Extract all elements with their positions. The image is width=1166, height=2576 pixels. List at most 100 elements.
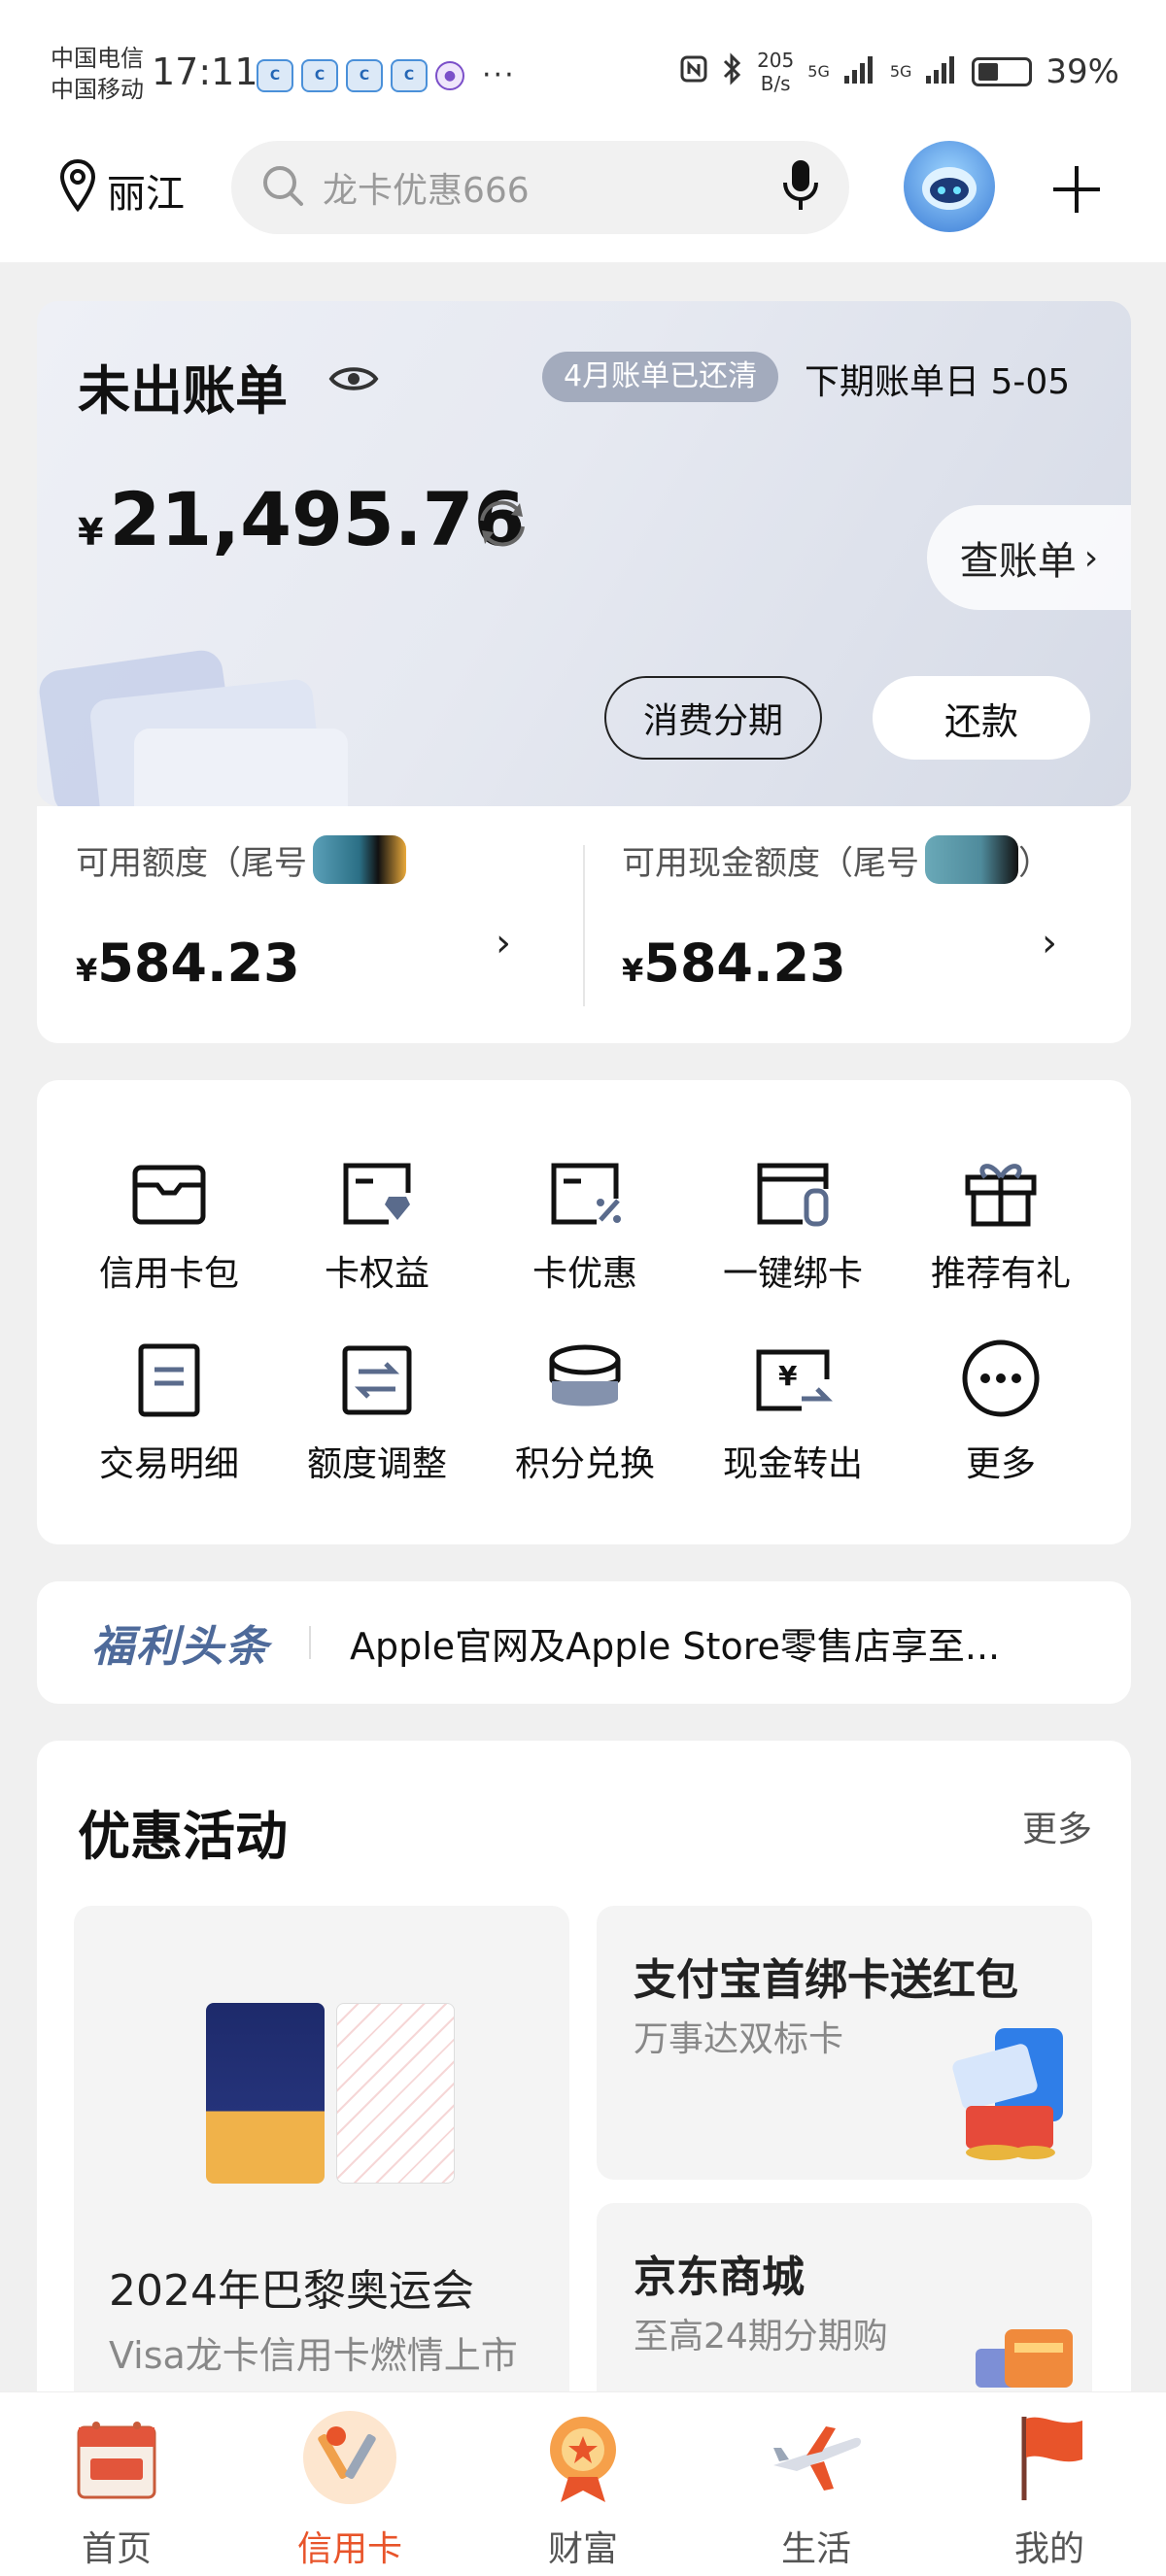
- promotions-more-link[interactable]: 更多: [1022, 1801, 1092, 1851]
- grid-item-label: 推荐有礼: [930, 1254, 1071, 1294]
- assistant-avatar-icon[interactable]: [904, 141, 995, 232]
- status-bar: 中国电信 中国移动 17:11 C C C C ● ··· 205 B/s 5G…: [0, 0, 1166, 141]
- ccb-app-icon: C: [257, 58, 293, 92]
- view-bill-label: 查账单: [959, 539, 1077, 584]
- location-selector[interactable]: 丽江: [58, 158, 185, 222]
- location-pin-icon: [58, 158, 97, 222]
- grid-item-card-wallet[interactable]: 信用卡包: [72, 1144, 266, 1296]
- grid-item-label: 现金转出: [722, 1444, 863, 1484]
- currency-symbol: ¥: [78, 511, 104, 554]
- unbilled-title: 未出账单: [78, 360, 288, 422]
- tab-label: 财富: [547, 2529, 618, 2569]
- tab-home[interactable]: 首页: [39, 2406, 194, 2571]
- signal-icon: [925, 54, 958, 90]
- eye-icon[interactable]: [328, 361, 379, 400]
- promo-card-title: 支付宝首绑卡送红包: [634, 1955, 1018, 2005]
- bill-amount: ¥ 21,495.76: [78, 476, 525, 562]
- tab-credit-card[interactable]: 信用卡: [272, 2406, 428, 2571]
- repay-button[interactable]: 还款: [873, 676, 1090, 760]
- grid-item-label: 积分兑换: [514, 1444, 655, 1484]
- currency-symbol: ¥: [622, 952, 644, 989]
- installment-button[interactable]: 消费分期: [604, 676, 822, 760]
- grid-item-card-discounts[interactable]: 卡优惠: [488, 1144, 682, 1296]
- svg-text:¥: ¥: [778, 1360, 798, 1392]
- microphone-icon[interactable]: [781, 157, 820, 218]
- label-suffix: ）: [1018, 843, 1051, 883]
- add-icon[interactable]: [1049, 162, 1104, 220]
- cash-transfer-icon: ¥: [753, 1346, 834, 1422]
- grid-item-limit-adjust[interactable]: 额度调整: [280, 1335, 474, 1486]
- flag-icon: [1011, 2411, 1088, 2508]
- credit-card-tools-icon: [301, 2409, 398, 2510]
- promo-card-title: 京东商城: [634, 2253, 805, 2302]
- net-speed-value: 205: [757, 49, 795, 72]
- masked-card-number: [925, 835, 1018, 884]
- carrier-info: 中国电信 中国移动: [51, 43, 144, 105]
- visa-card-image: [336, 2003, 455, 2184]
- promo-card-olympics[interactable]: 2024年巴黎奥运会 Visa龙卡信用卡燃情上市: [74, 1906, 569, 2421]
- transaction-detail-icon: [135, 1342, 203, 1422]
- welfare-news-text: Apple官网及Apple Store零售店享至...: [350, 1624, 1001, 1668]
- promo-card-subtitle: 万事达双标卡: [634, 2019, 844, 2059]
- card-wallet-icon: [130, 1160, 208, 1232]
- available-limit-label: 可用额度（尾号: [76, 835, 406, 884]
- masked-card-number: [313, 835, 406, 884]
- tab-life[interactable]: 生活: [738, 2406, 894, 2571]
- card-discount-icon: [546, 1160, 624, 1232]
- available-limit[interactable]: 可用额度（尾号 ¥584.23: [76, 835, 406, 994]
- view-bill-button[interactable]: 查账单 ›: [927, 505, 1131, 610]
- welfare-news-tag: 福利头条: [91, 1622, 270, 1672]
- ccb-app-icon: C: [301, 58, 338, 92]
- search-icon: [260, 163, 305, 212]
- available-limit-amount: 584.23: [97, 932, 300, 994]
- wealth-medal-icon: [541, 2411, 625, 2508]
- search-placeholder: 龙卡优惠666: [323, 171, 530, 211]
- grid-item-label: 信用卡包: [98, 1254, 239, 1294]
- limit-adjust-icon: [339, 1342, 415, 1422]
- promo-card-alipay[interactable]: 支付宝首绑卡送红包 万事达双标卡: [597, 1906, 1092, 2180]
- tab-mine[interactable]: 我的: [972, 2406, 1127, 2571]
- net-speed-unit: B/s: [760, 72, 791, 95]
- currency-symbol: ¥: [76, 952, 98, 989]
- bluetooth-icon: [722, 51, 743, 92]
- grid-item-label: 卡权益: [324, 1254, 429, 1294]
- grid-item-transactions[interactable]: 交易明细: [72, 1335, 266, 1486]
- grid-item-more[interactable]: 更多: [904, 1335, 1098, 1486]
- divider: [583, 845, 585, 1006]
- promotions-section: 优惠活动 更多 2024年巴黎奥运会 Visa龙卡信用卡燃情上市 支付宝首绑卡送…: [37, 1741, 1131, 2477]
- more-notifications-icon: ···: [482, 58, 516, 92]
- visa-card-image: [206, 2003, 325, 2184]
- refresh-icon[interactable]: [474, 495, 531, 556]
- grid-item-refer-gift[interactable]: 推荐有礼: [904, 1144, 1098, 1296]
- alipay-red-packet-illustration: [952, 2028, 1063, 2160]
- signal-icon: [843, 54, 876, 90]
- app-notification-icon: ●: [435, 60, 464, 90]
- promo-card-title: 2024年巴黎奥运会: [109, 2266, 474, 2316]
- grid-item-card-benefits[interactable]: 卡权益: [280, 1144, 474, 1296]
- gift-icon: [962, 1156, 1040, 1232]
- grid-item-points[interactable]: 积分兑换: [488, 1335, 682, 1486]
- chevron-right-icon[interactable]: ›: [1042, 921, 1057, 966]
- more-icon: [961, 1339, 1041, 1422]
- search-bar[interactable]: 龙卡优惠666: [231, 141, 849, 234]
- bill-amount-value: 21,495.76: [109, 476, 526, 562]
- grid-item-label: 交易明细: [98, 1444, 239, 1484]
- carrier-2: 中国移动: [51, 76, 144, 103]
- promo-card-subtitle: Visa龙卡信用卡燃情上市: [109, 2334, 518, 2377]
- ccb-app-icon: C: [346, 58, 383, 92]
- grid-item-cash-transfer[interactable]: ¥ 现金转出: [696, 1335, 890, 1486]
- points-exchange-icon: [546, 1342, 624, 1422]
- header: 丽江 龙卡优惠666: [0, 141, 1166, 262]
- airplane-icon: [768, 2419, 865, 2500]
- battery-percent: 39%: [1046, 52, 1119, 91]
- tab-label: 首页: [81, 2529, 152, 2569]
- grid-item-bind-card[interactable]: 一键绑卡: [696, 1144, 890, 1296]
- welfare-news-bar[interactable]: 福利头条 Apple官网及Apple Store零售店享至...: [37, 1581, 1131, 1704]
- available-limit-label-text: 可用额度（尾号: [76, 843, 307, 883]
- available-cash-limit[interactable]: 可用现金额度（尾号 ） ¥584.23: [622, 835, 1051, 994]
- nfc-icon: [679, 54, 708, 90]
- grid-item-label: 一键绑卡: [722, 1254, 863, 1294]
- chevron-right-icon[interactable]: ›: [496, 921, 511, 966]
- tab-wealth[interactable]: 财富: [505, 2406, 661, 2571]
- promo-card-subtitle: 至高24期分期购: [634, 2317, 888, 2356]
